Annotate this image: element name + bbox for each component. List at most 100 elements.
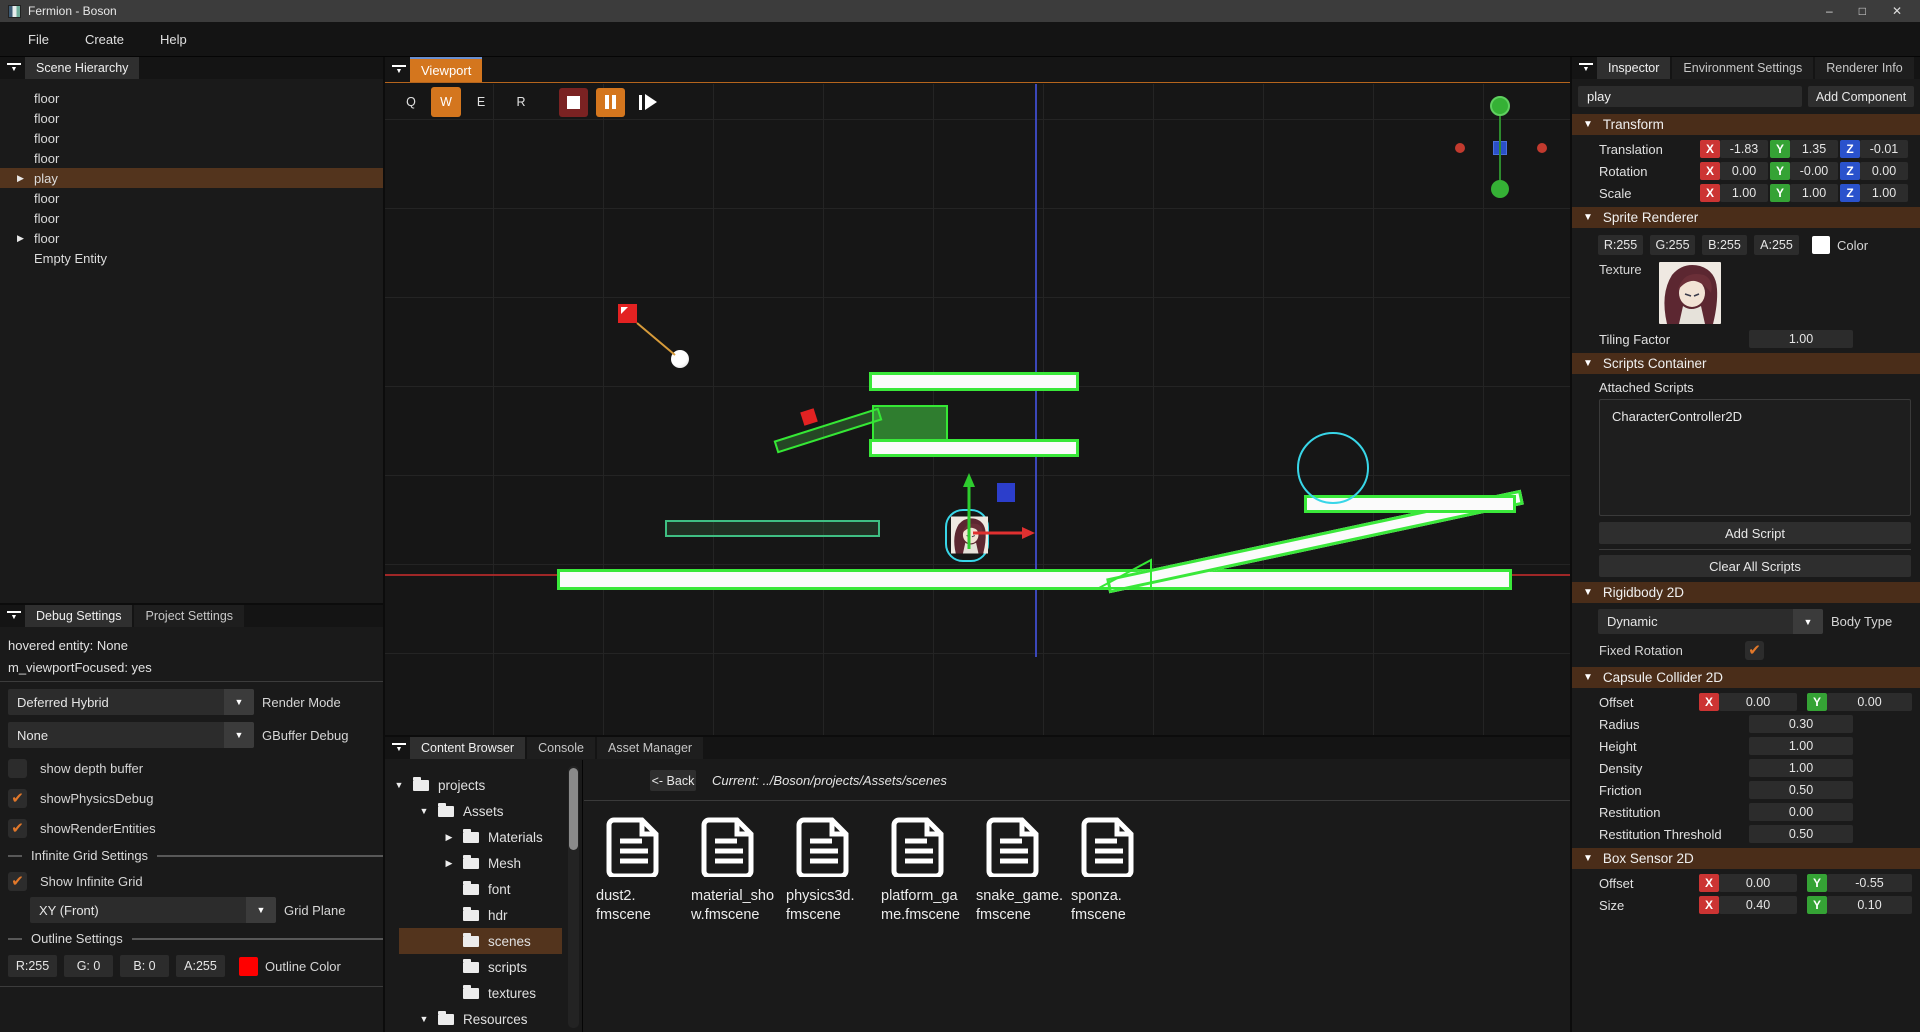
viewport-scene[interactable]: Q W E R: [385, 84, 1570, 735]
radius-field[interactable]: 0.30: [1749, 715, 1853, 733]
scripts-container-section-header[interactable]: ▼Scripts Container: [1572, 353, 1920, 374]
body-type-dropdown[interactable]: Dynamic ▼: [1598, 609, 1823, 634]
color-a-field[interactable]: A:255: [1754, 235, 1799, 255]
tab-console[interactable]: Console: [527, 737, 595, 759]
translation-y-field[interactable]: 1.35: [1790, 140, 1838, 158]
hierarchy-item-floor[interactable]: ▶floor: [0, 228, 383, 248]
entity-name-input[interactable]: play: [1578, 86, 1802, 107]
menu-file[interactable]: File: [14, 28, 63, 51]
panel-menu-icon[interactable]: ▼: [1579, 63, 1593, 73]
scale-y-field[interactable]: 1.00: [1790, 184, 1838, 202]
expand-arrow-icon[interactable]: ▼: [418, 806, 430, 816]
box-offset-x-field[interactable]: 0.00: [1719, 874, 1797, 892]
tab-content-browser[interactable]: Content Browser: [410, 737, 525, 759]
tool-w-button[interactable]: W: [431, 87, 461, 117]
rotation-x-field[interactable]: 0.00: [1720, 162, 1768, 180]
maximize-button[interactable]: □: [1859, 4, 1866, 18]
tab-debug-settings[interactable]: Debug Settings: [25, 605, 132, 627]
color-r-field[interactable]: R:255: [1598, 235, 1643, 255]
capsule-offset-x-field[interactable]: 0.00: [1719, 693, 1797, 711]
minimize-button[interactable]: –: [1826, 4, 1833, 18]
box-sensor-section-header[interactable]: ▼Box Sensor 2D: [1572, 848, 1920, 869]
script-item[interactable]: CharacterController2D: [1612, 409, 1910, 424]
attached-scripts-list[interactable]: CharacterController2D: [1599, 399, 1911, 516]
tree-item-scripts[interactable]: scripts: [385, 954, 582, 980]
tree-item-textures[interactable]: textures: [385, 980, 582, 1006]
color-g-field[interactable]: G:255: [1650, 235, 1695, 255]
file-dust2[interactable]: dust2. fmscene: [596, 817, 686, 925]
tool-e-button[interactable]: E: [469, 90, 493, 114]
height-field[interactable]: 1.00: [1749, 737, 1853, 755]
hierarchy-item-floor[interactable]: floor: [0, 148, 383, 168]
fixed-rotation-checkbox[interactable]: [1745, 641, 1764, 660]
box-size-y-field[interactable]: 0.10: [1827, 896, 1912, 914]
panel-menu-icon[interactable]: ▼: [7, 611, 21, 621]
tab-asset-manager[interactable]: Asset Manager: [597, 737, 703, 759]
expand-arrow-icon[interactable]: ▼: [393, 780, 405, 790]
sprite-color-swatch[interactable]: [1812, 236, 1830, 254]
panel-menu-icon[interactable]: ▼: [7, 63, 21, 73]
tab-viewport[interactable]: Viewport: [410, 57, 482, 82]
menu-help[interactable]: Help: [146, 28, 201, 51]
tab-scene-hierarchy[interactable]: Scene Hierarchy: [25, 57, 139, 79]
tree-item-projects[interactable]: ▼projects: [385, 772, 582, 798]
grid-plane-dropdown[interactable]: XY (Front) ▼: [30, 897, 276, 923]
hierarchy-item-floor[interactable]: floor: [0, 108, 383, 128]
expand-arrow-icon[interactable]: ▶: [17, 233, 24, 244]
panel-menu-icon[interactable]: ▼: [392, 65, 406, 75]
file-material-show[interactable]: material_sho w.fmscene: [691, 817, 781, 925]
file-physics3d[interactable]: physics3d. fmscene: [786, 817, 876, 925]
gbuffer-debug-dropdown[interactable]: None ▼: [8, 722, 254, 748]
hierarchy-item-empty-entity[interactable]: Empty Entity: [0, 248, 383, 268]
hierarchy-item-floor[interactable]: floor: [0, 188, 383, 208]
box-offset-y-field[interactable]: -0.55: [1827, 874, 1912, 892]
tab-inspector[interactable]: Inspector: [1597, 57, 1670, 79]
tab-project-settings[interactable]: Project Settings: [134, 605, 244, 627]
capsule-collider-section-header[interactable]: ▼Capsule Collider 2D: [1572, 667, 1920, 688]
render-mode-dropdown[interactable]: Deferred Hybrid ▼: [8, 689, 254, 715]
hierarchy-item-play[interactable]: ▶play: [0, 168, 383, 188]
tool-q-button[interactable]: Q: [399, 90, 423, 114]
translation-z-field[interactable]: -0.01: [1860, 140, 1908, 158]
tab-renderer-info[interactable]: Renderer Info: [1815, 57, 1913, 79]
add-script-button[interactable]: Add Script: [1599, 522, 1911, 544]
tree-scrollbar[interactable]: [568, 766, 579, 1028]
add-component-button[interactable]: Add Component: [1808, 86, 1914, 107]
tree-item-resources[interactable]: ▼Resources: [385, 1006, 582, 1032]
file-platform-game[interactable]: platform_ga me.fmscene: [881, 817, 971, 925]
capsule-offset-y-field[interactable]: 0.00: [1827, 693, 1912, 711]
show-render-entities-checkbox[interactable]: [8, 819, 27, 838]
hierarchy-item-floor[interactable]: floor: [0, 128, 383, 148]
back-button[interactable]: <- Back: [650, 770, 696, 791]
tree-item-scenes[interactable]: scenes: [385, 928, 582, 954]
clear-all-scripts-button[interactable]: Clear All Scripts: [1599, 555, 1911, 577]
close-button[interactable]: ✕: [1892, 4, 1902, 18]
tree-item-materials[interactable]: ▶Materials: [385, 824, 582, 850]
scale-z-field[interactable]: 1.00: [1860, 184, 1908, 202]
file-sponza[interactable]: sponza. fmscene: [1071, 817, 1161, 925]
pause-button[interactable]: [596, 88, 625, 117]
restitution-threshold-field[interactable]: 0.50: [1749, 825, 1853, 843]
rotation-y-field[interactable]: -0.00: [1790, 162, 1838, 180]
color-b-field[interactable]: B:255: [1702, 235, 1747, 255]
hierarchy-item-floor[interactable]: floor: [0, 88, 383, 108]
outline-r-field[interactable]: R:255: [8, 955, 57, 977]
outline-g-field[interactable]: G: 0: [64, 955, 113, 977]
outline-a-field[interactable]: A:255: [176, 955, 225, 977]
expand-arrow-icon[interactable]: ▶: [443, 832, 455, 843]
step-frame-button[interactable]: [633, 88, 662, 117]
box-size-x-field[interactable]: 0.40: [1719, 896, 1797, 914]
outline-b-field[interactable]: B: 0: [120, 955, 169, 977]
tree-scrollbar-thumb[interactable]: [569, 768, 578, 850]
panel-menu-icon[interactable]: ▼: [392, 743, 406, 753]
sprite-renderer-section-header[interactable]: ▼Sprite Renderer: [1572, 207, 1920, 228]
show-infinite-grid-checkbox[interactable]: [8, 872, 27, 891]
menu-create[interactable]: Create: [71, 28, 138, 51]
stop-button[interactable]: [559, 88, 588, 117]
show-depth-buffer-checkbox[interactable]: [8, 759, 27, 778]
friction-field[interactable]: 0.50: [1749, 781, 1853, 799]
expand-arrow-icon[interactable]: ▶: [17, 173, 24, 184]
tiling-factor-field[interactable]: 1.00: [1749, 330, 1853, 348]
expand-arrow-icon[interactable]: ▶: [443, 858, 455, 869]
density-field[interactable]: 1.00: [1749, 759, 1853, 777]
